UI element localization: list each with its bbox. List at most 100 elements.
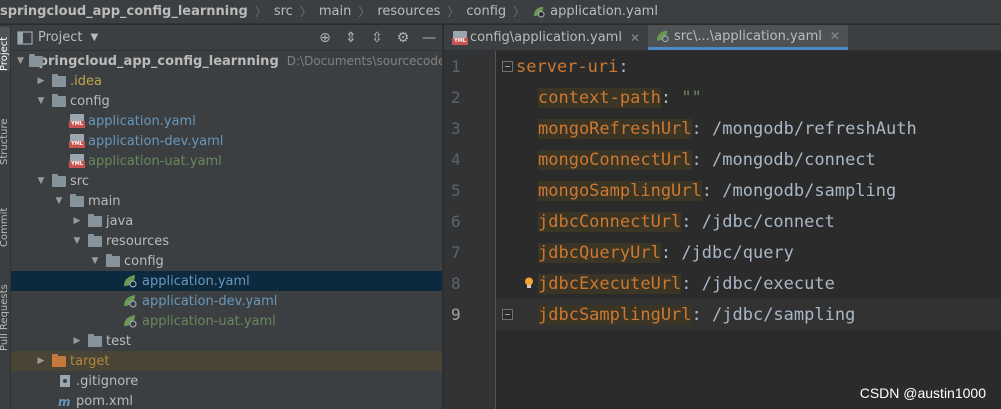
chevron-down-icon[interactable]: ▼ bbox=[17, 56, 24, 66]
breadcrumb-item-resources[interactable]: resources bbox=[375, 4, 442, 19]
tool-window-strip: Project Structure Commit Pull Requests bbox=[0, 25, 11, 409]
tree-item-label: main bbox=[88, 193, 121, 209]
yaml-file-icon bbox=[452, 30, 468, 45]
code-line[interactable]: jdbcConnectUrl: /jdbc/connect bbox=[496, 206, 1001, 237]
chevron-right-icon[interactable]: ▶ bbox=[35, 356, 47, 366]
tree-item-src[interactable]: ▼ src bbox=[11, 171, 442, 191]
editor-tabs: config\application.yaml ✕ src\...\applic… bbox=[444, 25, 1001, 51]
tree-item-label: config bbox=[70, 93, 110, 109]
breadcrumb-item-project[interactable]: springcloud_app_config_learnning bbox=[0, 4, 250, 19]
yaml-value: /jdbc/query bbox=[681, 242, 794, 263]
yaml-value: /mongodb/connect bbox=[712, 149, 876, 170]
code-line[interactable]: mongoConnectUrl: /mongodb/connect bbox=[496, 144, 1001, 175]
tree-item-main[interactable]: ▼ main bbox=[11, 191, 442, 211]
lightbulb-icon[interactable] bbox=[524, 277, 534, 289]
maven-file-icon: m bbox=[57, 394, 73, 409]
tree-item-label: application-dev.yaml bbox=[142, 293, 278, 309]
chevron-right-icon[interactable]: ▶ bbox=[71, 336, 83, 346]
code-line[interactable]: jdbcQueryUrl: /jdbc/query bbox=[496, 237, 1001, 268]
yaml-key: jdbcConnectUrl bbox=[538, 211, 682, 232]
tree-item-config-application-uat[interactable]: application-uat.yaml bbox=[11, 151, 442, 171]
chevron-down-icon[interactable]: ▼ bbox=[35, 176, 47, 186]
gear-icon[interactable]: ⚙ bbox=[390, 25, 416, 51]
close-icon[interactable]: ✕ bbox=[830, 29, 840, 43]
chevron-right-icon[interactable]: ▶ bbox=[71, 216, 83, 226]
code-line[interactable]: mongoRefreshUrl: /mongodb/refreshAuth bbox=[496, 113, 1001, 144]
code-line[interactable]: context-path: "" bbox=[496, 82, 1001, 113]
folder-icon bbox=[87, 334, 103, 348]
code-editor[interactable]: server-uri: context-path: "" mongoRefres… bbox=[496, 51, 1001, 409]
tree-item-idea[interactable]: ▶ .idea bbox=[11, 71, 442, 91]
tree-item-config-application-dev[interactable]: application-dev.yaml bbox=[11, 131, 442, 151]
tree-item-config[interactable]: ▼ config bbox=[11, 91, 442, 111]
breadcrumb-item-file[interactable]: application.yaml bbox=[548, 4, 660, 19]
excluded-folder-icon bbox=[51, 354, 67, 368]
fold-icon[interactable] bbox=[502, 61, 513, 72]
structure-tool-tab[interactable]: Structure bbox=[0, 105, 10, 165]
yaml-key: jdbcQueryUrl bbox=[538, 242, 661, 263]
gitignore-file-icon bbox=[57, 374, 73, 388]
tree-item-test[interactable]: ▶ test bbox=[11, 331, 442, 351]
yaml-file-icon bbox=[69, 114, 85, 128]
chevron-right-icon[interactable]: ▶ bbox=[35, 76, 47, 86]
folder-icon bbox=[105, 254, 121, 268]
breadcrumb-item-main[interactable]: main bbox=[317, 4, 353, 19]
tab-config-application[interactable]: config\application.yaml ✕ bbox=[444, 25, 648, 50]
project-panel-title[interactable]: Project bbox=[38, 30, 82, 45]
line-number: 4 bbox=[451, 150, 461, 169]
fold-icon[interactable] bbox=[502, 309, 513, 320]
spring-yaml-icon bbox=[656, 30, 669, 43]
tree-item-label: .gitignore bbox=[76, 373, 139, 389]
editor-area: config\application.yaml ✕ src\...\applic… bbox=[444, 25, 1001, 409]
tree-item-label: application-uat.yaml bbox=[142, 313, 276, 329]
tree-item-label: config bbox=[124, 253, 164, 269]
project-tool-tab[interactable]: Project bbox=[0, 27, 10, 71]
yaml-value: /jdbc/execute bbox=[701, 273, 835, 294]
tree-item-resources-config[interactable]: ▼ config bbox=[11, 251, 442, 271]
folder-icon bbox=[51, 94, 67, 108]
chevron-down-icon[interactable]: ▼ bbox=[90, 32, 98, 43]
locate-file-icon[interactable]: ⊕ bbox=[312, 25, 338, 51]
yaml-separator: : bbox=[691, 118, 713, 139]
yaml-value: /jdbc/sampling bbox=[712, 304, 856, 325]
breadcrumb-item-src[interactable]: src bbox=[272, 4, 295, 19]
chevron-down-icon[interactable]: ▼ bbox=[53, 196, 65, 206]
hide-panel-icon[interactable]: — bbox=[416, 25, 442, 51]
tree-item-target[interactable]: ▶ target bbox=[11, 351, 442, 371]
tree-item-root[interactable]: ▼ springcloud_app_config_learnning D:\Do… bbox=[11, 51, 442, 71]
line-number: 9 bbox=[451, 305, 461, 324]
code-line[interactable]: mongoSamplingUrl: /mongodb/sampling bbox=[496, 175, 1001, 206]
line-number: 2 bbox=[451, 88, 461, 107]
collapse-all-icon[interactable]: ⇳ bbox=[364, 25, 390, 51]
pull-requests-tool-tab[interactable]: Pull Requests bbox=[0, 271, 10, 351]
commit-tool-tab[interactable]: Commit bbox=[0, 197, 10, 247]
code-line[interactable]: jdbcExecuteUrl: /jdbc/execute bbox=[496, 268, 1001, 299]
tree-item-gitignore[interactable]: .gitignore bbox=[11, 371, 442, 391]
tab-src-application[interactable]: src\...\application.yaml ✕ bbox=[648, 25, 848, 50]
yaml-key: context-path bbox=[538, 87, 661, 108]
yaml-separator: : bbox=[701, 180, 723, 201]
folder-icon bbox=[51, 74, 67, 88]
tree-item-config-application[interactable]: application.yaml bbox=[11, 111, 442, 131]
tree-item-pom[interactable]: m pom.xml bbox=[11, 391, 442, 409]
expand-all-icon[interactable]: ⇕ bbox=[338, 25, 364, 51]
chevron-down-icon[interactable]: ▼ bbox=[71, 236, 83, 246]
code-line-current[interactable]: jdbcSamplingUrl: /jdbc/sampling bbox=[496, 299, 1001, 330]
breadcrumb-separator: 〉 bbox=[254, 5, 267, 19]
tree-item-path: D:\Documents\sourcecode\git bbox=[286, 54, 442, 68]
tree-item-resources-application-dev[interactable]: application-dev.yaml bbox=[11, 291, 442, 311]
breadcrumb-separator: 〉 bbox=[447, 5, 460, 19]
chevron-down-icon[interactable]: ▼ bbox=[35, 96, 47, 106]
line-number: 6 bbox=[451, 212, 461, 231]
close-icon[interactable]: ✕ bbox=[630, 31, 640, 45]
tree-item-java[interactable]: ▶ java bbox=[11, 211, 442, 231]
line-number-gutter[interactable]: 1 2 3 4 5 6 7 8 9 bbox=[444, 51, 496, 409]
chevron-down-icon[interactable]: ▼ bbox=[89, 256, 101, 266]
tree-item-resources-application-uat[interactable]: application-uat.yaml bbox=[11, 311, 442, 331]
breadcrumb-item-config[interactable]: config bbox=[464, 4, 508, 19]
tree-item-resources[interactable]: ▼ resources bbox=[11, 231, 442, 251]
tree-item-resources-application[interactable]: application.yaml bbox=[11, 271, 442, 291]
yaml-key: mongoSamplingUrl bbox=[538, 180, 702, 201]
yaml-key: mongoConnectUrl bbox=[538, 149, 692, 170]
code-line[interactable]: server-uri: bbox=[496, 51, 1001, 82]
